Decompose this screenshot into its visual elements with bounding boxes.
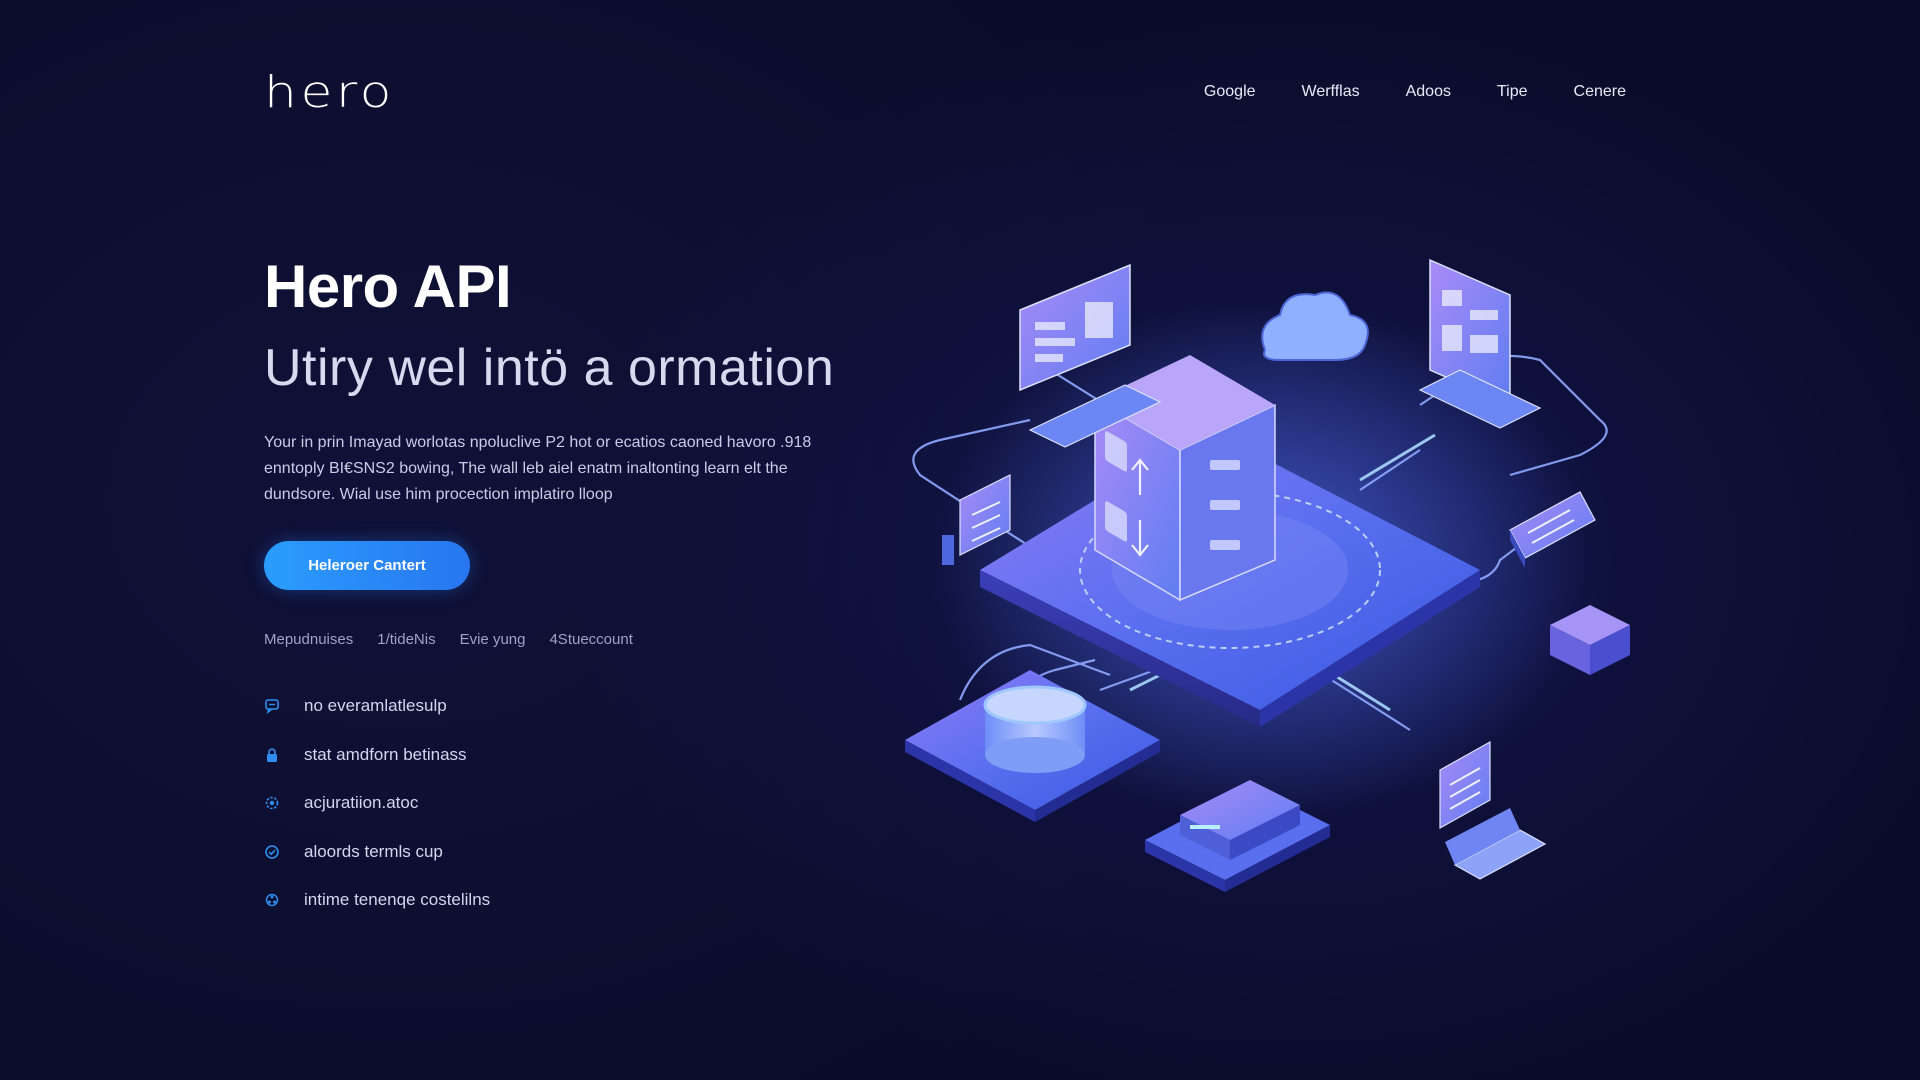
- landing-page: hero Google Werfflas Adoos Tipe Cenere H…: [0, 0, 1920, 1080]
- feature-item: intime tenenqe costelilns: [264, 876, 490, 925]
- gear-icon: [264, 795, 280, 811]
- hero-description: Your in prin Imayad worlotas npoluclive …: [264, 430, 864, 508]
- feature-list: no everamlatlesulp stat amdforn betinass…: [264, 682, 490, 925]
- site-header: hero Google Werfflas Adoos Tipe Cenere: [264, 64, 1626, 120]
- nav-item-google[interactable]: Google: [1204, 83, 1256, 101]
- hero-description-line: enntoply BI€SNS2 bowing, The wall leb ai…: [264, 460, 788, 477]
- feature-item: acjuratiion.atoc: [264, 779, 490, 828]
- cta-button[interactable]: Heleroer Cantert: [264, 541, 470, 590]
- isometric-api-illustration: [905, 258, 1630, 892]
- nav-item-cenere[interactable]: Cenere: [1574, 83, 1626, 101]
- nav-item-tipe[interactable]: Tipe: [1497, 83, 1528, 101]
- check-circle-icon: [264, 844, 280, 860]
- hero-description-line: dundsore. Wial use him procection implat…: [264, 486, 613, 503]
- meta-link[interactable]: Evie yung: [460, 631, 526, 648]
- feature-label: intime tenenqe costelilns: [304, 890, 491, 910]
- feature-item: stat amdforn betinass: [264, 731, 490, 780]
- hero-title: Hero API: [264, 253, 512, 320]
- nav-item-adoos[interactable]: Adoos: [1406, 83, 1451, 101]
- chat-icon: [264, 698, 280, 715]
- meta-link[interactable]: 4Stueccount: [549, 631, 632, 648]
- network-icon: [264, 892, 280, 908]
- meta-link[interactable]: Mepudnuises: [264, 631, 353, 648]
- meta-link[interactable]: 1/tideNis: [377, 631, 435, 648]
- feature-label: aloords termls cup: [304, 841, 443, 861]
- lock-icon: [264, 747, 280, 763]
- meta-links: Mepudnuises 1/tideNis Evie yung 4Stuecco…: [264, 631, 633, 648]
- feature-item: no everamlatlesulp: [264, 682, 490, 731]
- logo[interactable]: hero: [264, 67, 395, 118]
- feature-label: acjuratiion.atoc: [304, 793, 419, 813]
- laptop-right: [1439, 740, 1547, 880]
- feature-label: stat amdforn betinass: [304, 744, 467, 764]
- hero-description-line: Your in prin Imayad worlotas npoluclive …: [264, 434, 812, 451]
- hero-subtitle: Utiry wel intö a ormation: [264, 339, 835, 397]
- main-nav: Google Werfflas Adoos Tipe Cenere: [1158, 83, 1626, 101]
- feature-label: no everamlatlesulp: [304, 696, 447, 716]
- nav-item-werfflas[interactable]: Werfflas: [1302, 83, 1360, 101]
- feature-item: aloords termls cup: [264, 828, 490, 877]
